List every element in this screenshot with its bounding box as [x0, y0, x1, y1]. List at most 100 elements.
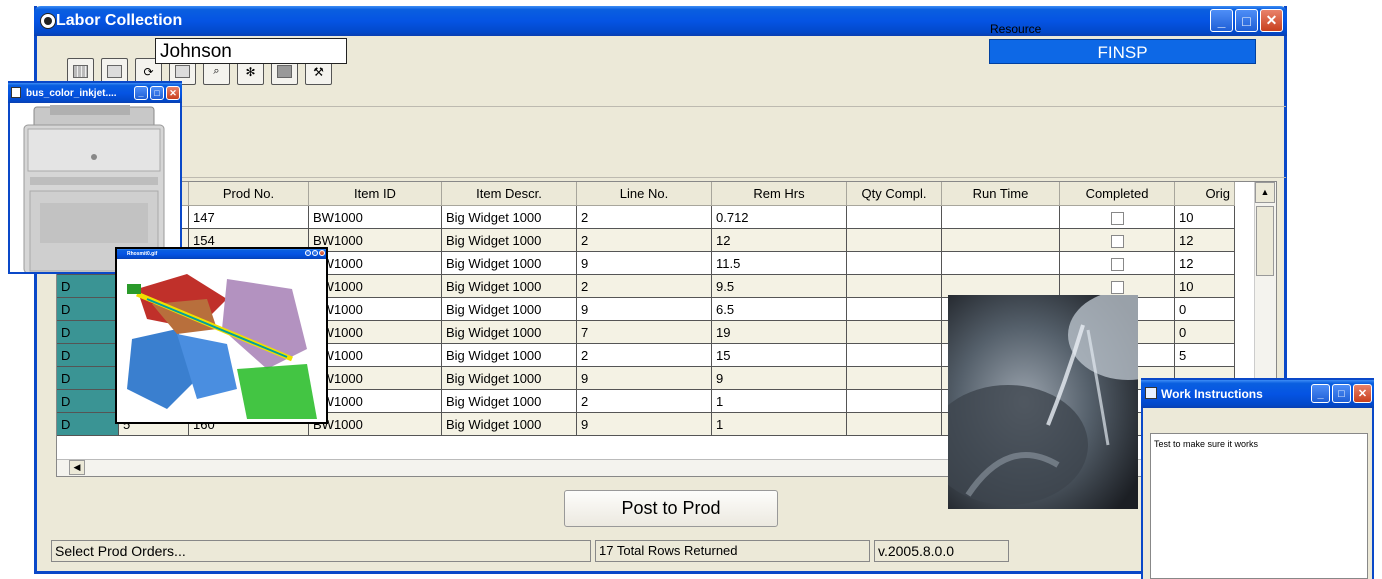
rem-hrs-cell: 9.5	[711, 274, 847, 298]
col-header-line-no[interactable]: Line No.	[576, 182, 712, 206]
post-to-prod-button[interactable]: Post to Prod	[564, 490, 778, 527]
qty-compl-cell[interactable]	[846, 343, 942, 367]
orig-cell: 12	[1174, 251, 1235, 275]
qty-compl-cell[interactable]	[846, 389, 942, 413]
item-id-cell: BW1000	[308, 412, 442, 436]
col-header-rem-hrs[interactable]: Rem Hrs	[711, 182, 847, 206]
minimize-button[interactable]: _	[1210, 9, 1233, 32]
main-title-bar[interactable]: Labor Collection _ □ ✕	[34, 6, 1287, 36]
item-descr-cell: Big Widget 1000	[441, 274, 577, 298]
item-descr-cell: Big Widget 1000	[441, 228, 577, 252]
run-time-cell[interactable]	[941, 251, 1060, 275]
work-instructions-window: Work Instructions _ □ ✕ Test to make sur…	[1141, 378, 1374, 579]
printer-title-bar[interactable]: bus_color_inkjet.... _ □ ✕	[8, 83, 182, 103]
item-id-cell: BW1000	[308, 343, 442, 367]
line-no-cell: 2	[576, 205, 712, 229]
completed-cell[interactable]	[1059, 205, 1175, 229]
employee-panel	[85, 106, 1286, 178]
qty-compl-cell[interactable]	[846, 251, 942, 275]
table-row[interactable]: 147 BW1000 Big Widget 1000 2 0.712 10	[57, 205, 1235, 229]
orig-cell: 12	[1174, 228, 1235, 252]
app-logo-icon	[40, 13, 56, 29]
qty-compl-cell[interactable]	[846, 297, 942, 321]
completed-checkbox[interactable]	[1110, 211, 1124, 225]
work-title-bar[interactable]: Work Instructions _ □ ✕	[1141, 380, 1374, 408]
maximize-button[interactable]: □	[1235, 9, 1258, 32]
printer-maximize-button[interactable]: □	[150, 86, 164, 100]
qty-compl-cell[interactable]	[846, 274, 942, 298]
rem-hrs-cell: 0.712	[711, 205, 847, 229]
item-id-cell: BW1000	[308, 228, 442, 252]
magnifier-icon	[1145, 387, 1157, 399]
status-row-count: 17 Total Rows Returned	[595, 540, 870, 562]
window-title: Labor Collection	[56, 12, 183, 29]
scroll-thumb[interactable]	[1256, 206, 1274, 276]
qty-compl-cell[interactable]	[846, 228, 942, 252]
row-status-cell: D	[57, 412, 119, 436]
diagram-minimize-button[interactable]	[305, 250, 311, 256]
col-header-run-time[interactable]: Run Time	[941, 182, 1060, 206]
item-id-cell: BW1000	[308, 251, 442, 275]
row-status-cell: D	[57, 274, 119, 298]
resource-label: Resource	[990, 22, 1042, 36]
qty-compl-cell[interactable]	[846, 366, 942, 390]
scroll-up-arrow-icon[interactable]: ▲	[1255, 182, 1275, 203]
orig-cell: 0	[1174, 297, 1235, 321]
run-time-cell[interactable]	[941, 228, 1060, 252]
work-minimize-button[interactable]: _	[1311, 384, 1330, 403]
qty-compl-cell[interactable]	[846, 320, 942, 344]
employee-name-field[interactable]: Johnson	[155, 38, 347, 64]
item-descr-cell: Big Widget 1000	[441, 297, 577, 321]
completed-checkbox[interactable]	[1110, 280, 1124, 294]
line-no-cell: 9	[576, 251, 712, 275]
machining-photo	[948, 295, 1138, 509]
item-descr-cell: Big Widget 1000	[441, 251, 577, 275]
completed-checkbox[interactable]	[1110, 257, 1124, 271]
item-id-cell: BW1000	[308, 205, 442, 229]
completed-checkbox[interactable]	[1110, 234, 1124, 248]
item-id-cell: BW1000	[308, 366, 442, 390]
scroll-left-arrow-icon[interactable]: ◀	[69, 460, 85, 475]
rem-hrs-cell: 6.5	[711, 297, 847, 321]
rem-hrs-cell: 9	[711, 366, 847, 390]
line-no-cell: 2	[576, 274, 712, 298]
col-header-item-descr[interactable]: Item Descr.	[441, 182, 577, 206]
item-descr-cell: Big Widget 1000	[441, 343, 577, 367]
rem-hrs-cell: 1	[711, 389, 847, 413]
col-header-item-id[interactable]: Item ID	[308, 182, 442, 206]
diagram-maximize-button[interactable]	[312, 250, 318, 256]
col-header-prod-no[interactable]: Prod No.	[188, 182, 309, 206]
col-header-qty-compl[interactable]: Qty Compl.	[846, 182, 942, 206]
item-id-cell: BW1000	[308, 389, 442, 413]
col-header-orig[interactable]: Orig	[1174, 182, 1235, 206]
item-descr-cell: Big Widget 1000	[441, 366, 577, 390]
qty-compl-cell[interactable]	[846, 412, 942, 436]
work-instructions-text[interactable]: Test to make sure it works	[1150, 433, 1368, 579]
completed-cell[interactable]	[1059, 251, 1175, 275]
rem-hrs-cell: 1	[711, 412, 847, 436]
prod-no-cell: 147	[188, 205, 309, 229]
printer-minimize-button[interactable]: _	[134, 86, 148, 100]
completed-cell[interactable]	[1059, 228, 1175, 252]
line-no-cell: 9	[576, 366, 712, 390]
rem-hrs-cell: 19	[711, 320, 847, 344]
printer-close-button[interactable]: ✕	[166, 86, 180, 100]
rem-hrs-cell: 15	[711, 343, 847, 367]
col-header-completed[interactable]: Completed	[1059, 182, 1175, 206]
item-descr-cell: Big Widget 1000	[441, 389, 577, 413]
item-descr-cell: Big Widget 1000	[441, 412, 577, 436]
item-descr-cell: Big Widget 1000	[441, 320, 577, 344]
resource-field[interactable]: FINSP	[989, 39, 1256, 64]
diagram-title-bar[interactable]: Rhosmit0.gif	[117, 249, 326, 259]
work-close-button[interactable]: ✕	[1353, 384, 1372, 403]
run-time-cell[interactable]	[941, 205, 1060, 229]
row-status-cell: D	[57, 343, 119, 367]
work-maximize-button[interactable]: □	[1332, 384, 1351, 403]
diagram-close-button[interactable]	[319, 250, 325, 256]
line-no-cell: 9	[576, 297, 712, 321]
printer-window-title: bus_color_inkjet....	[26, 87, 117, 99]
row-status-cell: D	[57, 389, 119, 413]
item-id-cell: BW1000	[308, 320, 442, 344]
qty-compl-cell[interactable]	[846, 205, 942, 229]
close-button[interactable]: ✕	[1260, 9, 1283, 32]
